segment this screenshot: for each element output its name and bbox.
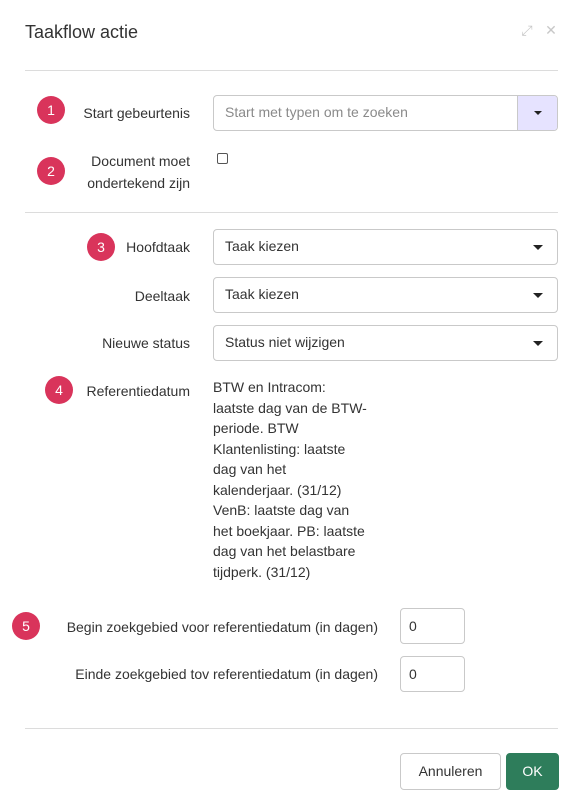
reference-date-label: Referentiedatum	[86, 383, 190, 399]
signed-checkbox[interactable]	[217, 153, 228, 164]
start-event-label: Start gebeurtenis	[83, 105, 190, 121]
search-end-input[interactable]: 0	[400, 656, 465, 692]
search-end-label: Einde zoekgebied tov referentiedatum (in…	[75, 666, 378, 682]
signed-label-line1: Document moet	[91, 153, 190, 169]
chevron-down-icon	[533, 341, 543, 346]
search-end-value: 0	[409, 666, 417, 682]
footer-divider	[25, 728, 558, 729]
reference-date-line: het boekjaar. PB: laatste	[213, 522, 365, 539]
reference-date-description: BTW en Intracom: laatste dag van de BTW-…	[213, 377, 388, 582]
expand-icon[interactable]: ⤢	[520, 22, 534, 39]
header-divider	[25, 70, 558, 71]
chevron-down-icon	[534, 111, 542, 115]
new-status-select[interactable]: Status niet wijzigen	[213, 325, 558, 361]
dialog-header-icons: ⤢ ✕	[520, 22, 558, 39]
main-task-value: Taak kiezen	[225, 238, 299, 254]
chevron-down-icon	[533, 245, 543, 250]
sub-task-label: Deeltaak	[134, 288, 190, 304]
cancel-button[interactable]: Annuleren	[400, 753, 501, 790]
search-start-input[interactable]: 0	[400, 608, 465, 644]
main-task-select[interactable]: Taak kiezen	[213, 229, 558, 265]
sub-task-select[interactable]: Taak kiezen	[213, 277, 558, 313]
reference-date-line: BTW en Intracom:	[213, 379, 326, 395]
reference-date-line: laatste dag van de BTW-	[213, 399, 367, 416]
start-event-select[interactable]: Start met typen om te zoeken	[213, 95, 558, 131]
ok-button[interactable]: OK	[506, 753, 559, 790]
chevron-down-icon	[533, 293, 543, 298]
reference-date-line: dag van het belastbare	[213, 543, 356, 559]
search-start-value: 0	[409, 618, 417, 634]
taakflow-dialog: Taakflow actie ⤢ ✕ 1 Start gebeurtenis S…	[0, 0, 584, 803]
reference-date-line: periode. BTW	[213, 420, 299, 436]
reference-date-line: tijdperk. (31/12)	[213, 563, 311, 580]
reference-date-line: VenB: laatste dag van	[213, 502, 350, 518]
main-task-label: Hoofdtaak	[126, 239, 190, 255]
reference-date-line: kalenderjaar. (31/12)	[213, 481, 342, 498]
signed-label: Document moet ondertekend zijn	[60, 150, 190, 194]
close-icon[interactable]: ✕	[544, 22, 558, 39]
step-badge-5: 5	[12, 612, 40, 640]
sub-task-value: Taak kiezen	[225, 286, 299, 302]
new-status-value: Status niet wijzigen	[225, 334, 345, 350]
search-start-label: Begin zoekgebied voor referentiedatum (i…	[66, 619, 378, 635]
dialog-title: Taakflow actie	[25, 22, 139, 42]
new-status-label: Nieuwe status	[102, 335, 190, 351]
start-event-placeholder: Start met typen om te zoeken	[225, 104, 408, 120]
signed-label-line2: ondertekend zijn	[87, 175, 190, 191]
reference-date-line: dag van het	[213, 461, 287, 477]
reference-date-line: Klantenlisting: laatste	[213, 440, 346, 457]
section-divider	[25, 212, 558, 213]
start-event-dropdown-button[interactable]	[517, 96, 557, 130]
